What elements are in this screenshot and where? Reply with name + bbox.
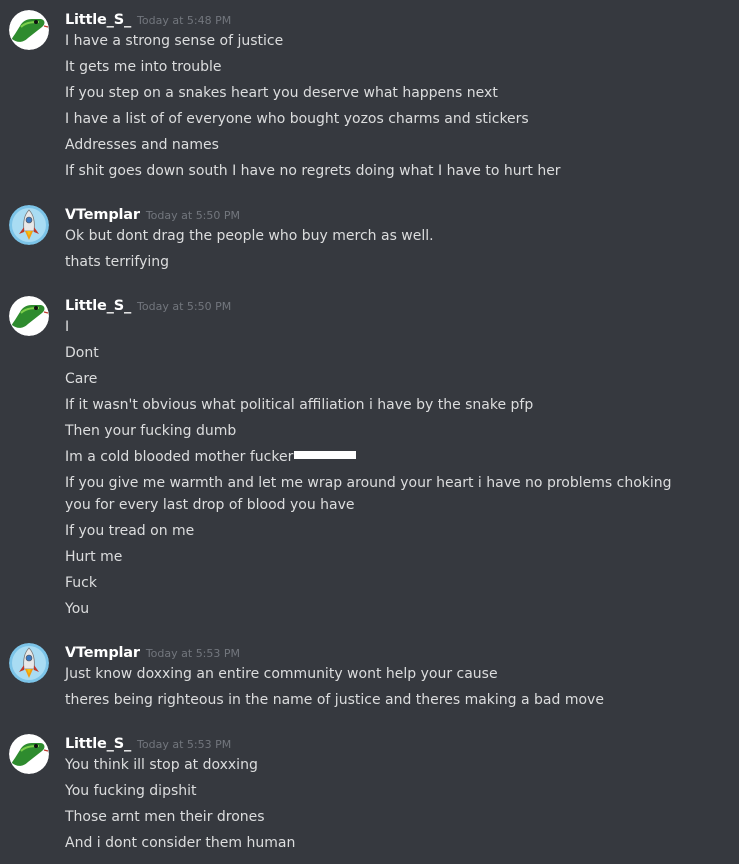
rocket-avatar-icon[interactable] xyxy=(9,205,49,245)
message-line: Ok but dont drag the people who buy merc… xyxy=(65,228,434,244)
message-line: If you give me warmth and let me wrap ar… xyxy=(65,475,672,513)
message-line: I xyxy=(65,319,70,335)
message-line: If you step on a snakes heart you deserv… xyxy=(65,85,498,101)
message-line: Care xyxy=(65,371,98,387)
message-line: I have a strong sense of justice xyxy=(65,33,284,49)
message-group: VTemplar Today at 5:53 PM Just know doxxi… xyxy=(0,642,739,712)
snake-avatar-icon[interactable] xyxy=(9,10,49,50)
message-text: Im a cold blooded mother fucker xyxy=(65,449,294,465)
username[interactable]: Little_S_ xyxy=(65,298,131,314)
message-header: VTemplar Today at 5:50 PM xyxy=(65,204,240,226)
message-line: Just know doxxing an entire community wo… xyxy=(65,666,498,682)
message-line-redacted: Im a cold blooded mother fucker xyxy=(65,446,705,468)
message-line: Hurt me xyxy=(65,549,123,565)
timestamp: Today at 5:48 PM xyxy=(137,14,232,27)
timestamp: Today at 5:53 PM xyxy=(145,647,241,660)
snake-avatar-icon[interactable] xyxy=(9,296,49,336)
message-line: Then your fucking dumb xyxy=(65,423,237,439)
message-group: Little_S_ Today at 5:53 PM You think ill … xyxy=(0,733,739,855)
timestamp: Today at 5:53 PM xyxy=(137,738,232,751)
message-line: If you tread on me xyxy=(65,523,195,539)
message-line: thats terrifying xyxy=(65,254,170,270)
rocket-avatar-icon[interactable] xyxy=(9,643,49,683)
message-line: You xyxy=(65,601,90,617)
username[interactable]: Little_S_ xyxy=(65,736,131,752)
message-line: If shit goes down south I have no regret… xyxy=(65,163,561,179)
message-header: Little_S_ Today at 5:50 PM xyxy=(65,295,231,317)
username[interactable]: Little_S_ xyxy=(65,12,131,28)
message-group: Little_S_ Today at 5:50 PM I Dont Care If… xyxy=(0,295,739,625)
message-line: You think ill stop at doxxing xyxy=(65,757,258,773)
message-header: Little_S_ Today at 5:53 PM xyxy=(65,733,231,755)
message-line: Addresses and names xyxy=(65,137,219,153)
timestamp: Today at 5:50 PM xyxy=(145,209,241,222)
message-line: You fucking dipshit xyxy=(65,783,197,799)
message-group: Little_S_ Today at 5:48 PM I have a stron… xyxy=(0,9,739,179)
message-line: Those arnt men their drones xyxy=(65,809,265,825)
snake-avatar-icon[interactable] xyxy=(9,734,49,774)
username[interactable]: VTemplar xyxy=(65,645,140,661)
redaction-box xyxy=(294,451,357,459)
message-line: Fuck xyxy=(65,575,97,591)
message-group: VTemplar Today at 5:50 PM Ok but dont dra… xyxy=(0,204,739,274)
message-line: It gets me into trouble xyxy=(65,59,222,75)
message-header: VTemplar Today at 5:53 PM xyxy=(65,642,240,664)
message-line: I have a list of of everyone who bought … xyxy=(65,111,529,127)
message-header: Little_S_ Today at 5:48 PM xyxy=(65,9,231,31)
message-line: And i dont consider them human xyxy=(65,835,296,851)
username[interactable]: VTemplar xyxy=(65,207,140,223)
message-line: theres being righteous in the name of ju… xyxy=(65,692,604,708)
message-line: Dont xyxy=(65,345,99,361)
message-line: If it wasn't obvious what political affi… xyxy=(65,397,534,413)
timestamp: Today at 5:50 PM xyxy=(137,300,232,313)
